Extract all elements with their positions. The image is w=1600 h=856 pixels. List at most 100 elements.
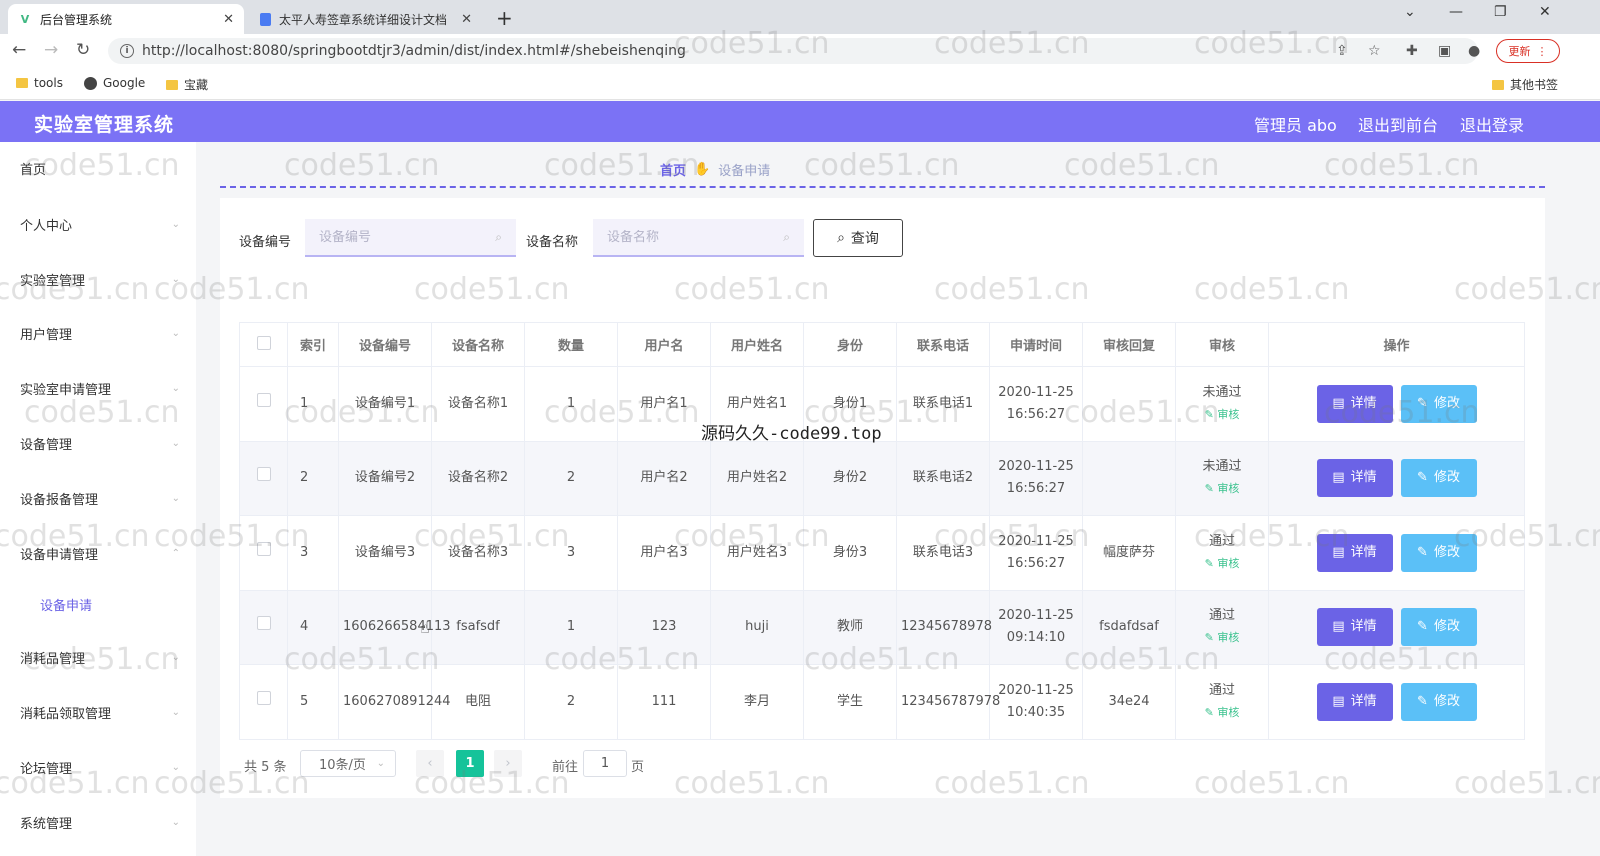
edit-button-label: 修改 bbox=[1433, 470, 1460, 486]
sidebar-item-system[interactable]: 系统管理 ⌄ bbox=[20, 813, 180, 832]
edit-button[interactable]: ✎ 修改 bbox=[1400, 682, 1477, 721]
next-page-button[interactable]: › bbox=[494, 750, 522, 777]
chevron-down-icon: ⌄ bbox=[171, 438, 180, 449]
cell-phone: 123456787978 bbox=[896, 664, 1000, 740]
bookmark-tools[interactable]: tools bbox=[16, 76, 63, 90]
front-link[interactable]: 退出到前台 bbox=[1358, 112, 1438, 136]
query-button[interactable]: ⌕ 查询 bbox=[813, 219, 903, 257]
minimize-button[interactable]: — bbox=[1449, 4, 1463, 20]
page-size-select[interactable]: 10条/页 ⌄ bbox=[300, 750, 396, 777]
row-checkbox[interactable] bbox=[256, 392, 271, 407]
sidebar-item-lab-apply[interactable]: 实验室申请管理 ⌄ bbox=[20, 379, 180, 398]
url-text: http://localhost:8080/springbootdtjr3/ad… bbox=[142, 43, 686, 59]
detail-button[interactable]: ▤ 详情 bbox=[1316, 682, 1393, 721]
bookmarks-bar: tools Google 宝藏 其他书签 bbox=[0, 68, 1600, 100]
sidebar-item-lab[interactable]: 实验室管理 ⌄ bbox=[20, 270, 180, 289]
audit-link-label: 审核 bbox=[1217, 407, 1240, 421]
edit-icon: ✎ bbox=[1417, 693, 1428, 709]
sidebar-item-home[interactable]: 首页 bbox=[20, 159, 180, 178]
sidebar-item-label: 论坛管理 bbox=[20, 762, 73, 777]
page-number-1[interactable]: 1 bbox=[456, 750, 484, 777]
bookmark-google[interactable]: Google bbox=[84, 76, 145, 90]
row-checkbox[interactable] bbox=[256, 690, 271, 705]
row-checkbox[interactable] bbox=[256, 616, 271, 631]
row-select-cell bbox=[239, 664, 288, 740]
sidebar-item-consumables-collect[interactable]: 消耗品领取管理 ⌄ bbox=[20, 703, 180, 722]
audit-link[interactable]: ✎ 审核 bbox=[1180, 627, 1264, 649]
star-icon[interactable]: ☆ bbox=[1368, 43, 1381, 59]
sidebar-item-label: 设备管理 bbox=[20, 438, 73, 453]
hand-icon: ✋ bbox=[694, 162, 711, 177]
side-panel-icon[interactable]: ▣ bbox=[1438, 43, 1451, 59]
edit-button[interactable]: ✎ 修改 bbox=[1400, 533, 1477, 572]
detail-button[interactable]: ▤ 详情 bbox=[1316, 384, 1393, 423]
goto-page-input[interactable]: 1 bbox=[583, 750, 627, 777]
audit-link[interactable]: ✎ 审核 bbox=[1180, 553, 1264, 575]
row-checkbox[interactable] bbox=[256, 541, 271, 556]
sidebar-item-label: 用户管理 bbox=[20, 328, 73, 343]
bookmark-other[interactable]: 其他书签 bbox=[1492, 76, 1558, 93]
forward-icon[interactable]: → bbox=[44, 40, 58, 60]
logout-link[interactable]: 退出登录 bbox=[1460, 112, 1524, 136]
sidebar-item-device[interactable]: 设备管理 ⌄ bbox=[20, 434, 180, 453]
restore-button[interactable]: ❐ bbox=[1494, 4, 1507, 20]
edit-icon: ✎ bbox=[1417, 619, 1428, 635]
detail-button[interactable]: ▤ 详情 bbox=[1316, 533, 1393, 572]
breadcrumb-home[interactable]: 首页 bbox=[660, 160, 686, 179]
device-code-input[interactable] bbox=[319, 229, 496, 245]
url-field[interactable]: i http://localhost:8080/springbootdtjr3/… bbox=[108, 38, 1478, 64]
cell-actions: ▤ 详情 ✎ 修改 bbox=[1268, 440, 1525, 516]
cell-index: 5 bbox=[287, 664, 339, 740]
more-icon: ⋮ bbox=[1536, 44, 1548, 58]
column-header: 用户名 bbox=[617, 322, 711, 367]
audit-link[interactable]: ✎ 审核 bbox=[1180, 702, 1264, 724]
update-button[interactable]: 更新 ⋮ bbox=[1496, 39, 1560, 63]
share-icon[interactable]: ⇪ bbox=[1336, 43, 1348, 59]
prev-page-button[interactable]: ‹ bbox=[416, 750, 444, 777]
sidebar-item-forum[interactable]: 论坛管理 ⌄ bbox=[20, 758, 180, 777]
back-icon[interactable]: ← bbox=[12, 40, 26, 60]
close-icon[interactable]: ✕ bbox=[461, 12, 472, 27]
device-name-field[interactable]: ⌕ bbox=[593, 219, 804, 257]
table-header-row: 索引 设备编号 设备名称 数量 用户名 用户姓名 身份 联系电话 申请时间 审核… bbox=[239, 322, 1525, 367]
detail-button[interactable]: ▤ 详情 bbox=[1316, 459, 1393, 498]
edit-button[interactable]: ✎ 修改 bbox=[1400, 459, 1477, 498]
bookmark-treasure[interactable]: 宝藏 bbox=[166, 76, 208, 93]
edit-button[interactable]: ✎ 修改 bbox=[1400, 384, 1477, 423]
cell-code: 设备编号2 bbox=[338, 440, 432, 516]
detail-button[interactable]: ▤ 详情 bbox=[1316, 608, 1393, 647]
device-code-field[interactable]: ⌕ bbox=[305, 219, 516, 257]
cell-index: 2 bbox=[287, 440, 339, 516]
select-all-checkbox[interactable] bbox=[256, 335, 271, 350]
sidebar-item-users[interactable]: 用户管理 ⌄ bbox=[20, 324, 180, 343]
window-close-button[interactable]: ✕ bbox=[1539, 4, 1551, 20]
row-checkbox[interactable] bbox=[256, 467, 271, 482]
tab-search-icon[interactable]: ⌄ bbox=[1404, 4, 1416, 20]
update-label: 更新 bbox=[1508, 45, 1531, 58]
new-tab-button[interactable]: + bbox=[496, 6, 513, 30]
sidebar-item-device-report[interactable]: 设备报备管理 ⌄ bbox=[20, 489, 180, 508]
chevron-down-icon: ⌄ bbox=[171, 493, 180, 504]
reload-icon[interactable]: ↻ bbox=[76, 40, 90, 60]
profile-icon[interactable]: ● bbox=[1468, 43, 1480, 59]
sidebar-item-device-apply[interactable]: 设备申请管理 ⌃ bbox=[20, 544, 180, 563]
device-apply-table: 索引 设备编号 设备名称 数量 用户名 用户姓名 身份 联系电话 申请时间 审核… bbox=[239, 322, 1525, 740]
audit-link[interactable]: ✎ 审核 bbox=[1180, 478, 1264, 500]
sidebar-item-profile[interactable]: 个人中心 ⌄ bbox=[20, 215, 180, 234]
sidebar-subitem-device-apply[interactable]: 设备申请 bbox=[40, 595, 92, 614]
cell-phone: 联系电话2 bbox=[896, 440, 990, 516]
device-name-label: 设备名称 bbox=[526, 235, 579, 250]
cell-time: 2020-11-25 10:40:35 bbox=[989, 664, 1083, 740]
device-name-input[interactable] bbox=[607, 229, 784, 245]
browser-tab-admin[interactable]: V 后台管理系统 ✕ bbox=[8, 4, 244, 34]
info-icon[interactable]: i bbox=[120, 44, 134, 58]
folder-icon bbox=[166, 79, 178, 90]
sidebar-item-consumables[interactable]: 消耗品管理 ⌄ bbox=[20, 648, 180, 667]
close-icon[interactable]: ✕ bbox=[223, 12, 234, 27]
extensions-icon[interactable]: ✚ bbox=[1406, 43, 1418, 59]
browser-tab-doc[interactable]: 太平人寿签章系统详细设计文档 ✕ bbox=[250, 4, 482, 34]
edit-button[interactable]: ✎ 修改 bbox=[1400, 608, 1477, 647]
cell-reply: fsdafdsaf bbox=[1082, 589, 1176, 665]
cell-phone: 联系电话3 bbox=[896, 515, 990, 591]
audit-link[interactable]: ✎ 审核 bbox=[1180, 404, 1264, 426]
